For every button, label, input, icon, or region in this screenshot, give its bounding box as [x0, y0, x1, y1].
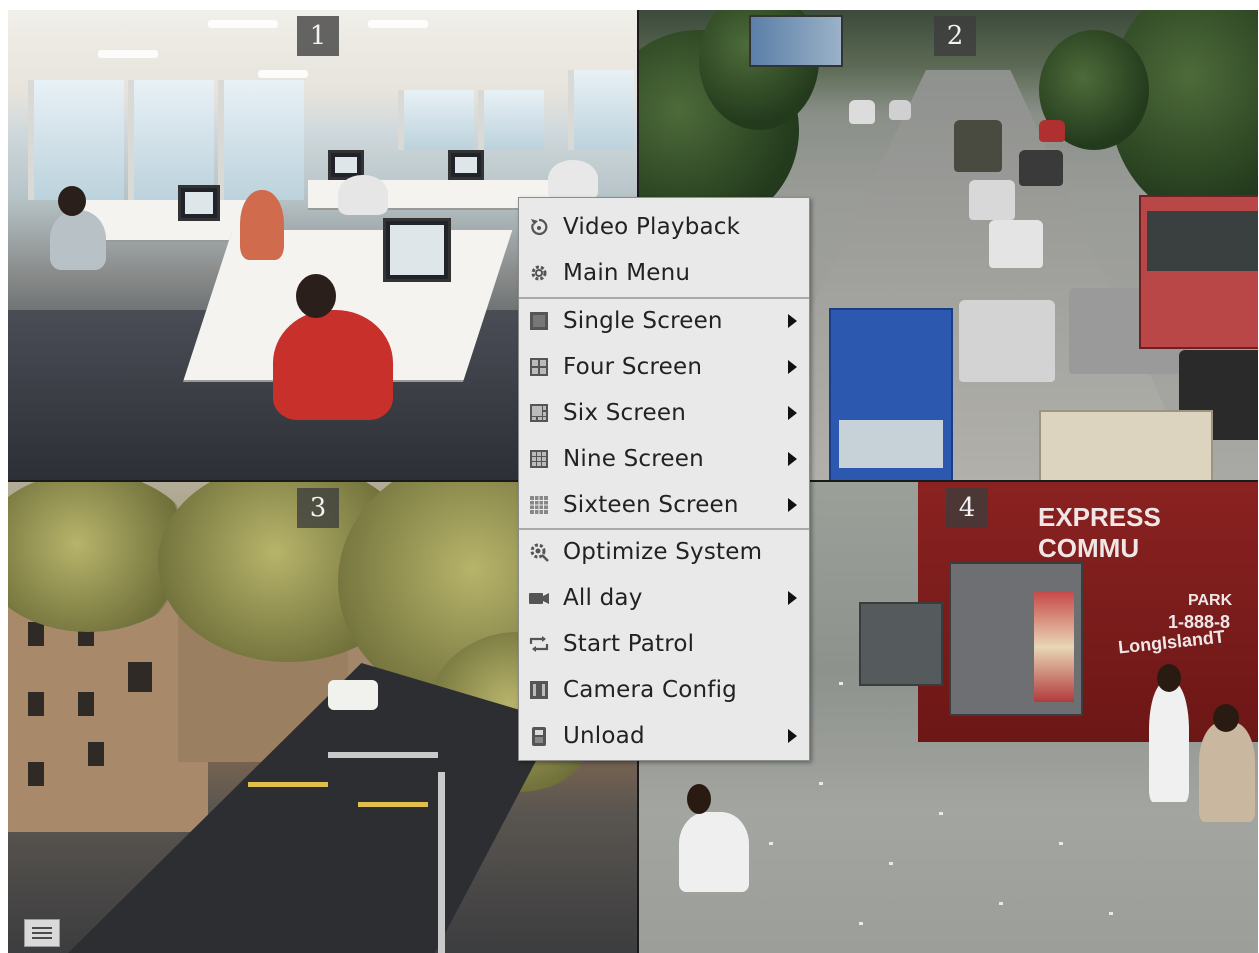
menu-item-start-patrol[interactable]: Start Patrol — [519, 621, 809, 667]
menu-item-label: Unload — [563, 723, 645, 749]
unload-icon — [528, 725, 550, 747]
bus-text-line-2: PARK — [1188, 592, 1233, 609]
submenu-arrow-icon — [788, 360, 797, 374]
menu-item-label: Six Screen — [563, 400, 686, 426]
menu-item-video-playback[interactable]: Video Playback — [519, 204, 809, 250]
gear-icon — [528, 262, 550, 284]
bus-text-line-1: EXPRESS COMMU — [1038, 502, 1161, 563]
playback-icon — [528, 216, 550, 238]
menu-toggle-button[interactable] — [24, 919, 60, 947]
menu-item-label: All day — [563, 585, 643, 611]
menu-item-label: Main Menu — [563, 260, 691, 286]
menu-item-label: Optimize System — [563, 539, 763, 565]
menu-item-single-screen[interactable]: Single Screen — [519, 298, 809, 344]
menu-item-four-screen[interactable]: Four Screen — [519, 344, 809, 390]
pane-number-badge: 3 — [297, 488, 339, 528]
menu-item-label: Four Screen — [563, 354, 703, 380]
menu-item-label: Sixteen Screen — [563, 492, 739, 518]
submenu-arrow-icon — [788, 498, 797, 512]
sixteen-screen-icon — [528, 494, 550, 516]
submenu-arrow-icon — [788, 591, 797, 605]
menu-item-label: Video Playback — [563, 214, 741, 240]
single-screen-icon — [528, 310, 550, 332]
menu-item-main-menu[interactable]: Main Menu — [519, 250, 809, 296]
submenu-arrow-icon — [788, 314, 797, 328]
bus-text-line-4: LongIslandT — [1117, 626, 1226, 658]
six-screen-icon — [528, 402, 550, 424]
optimize-icon — [528, 541, 550, 563]
camera-icon — [528, 587, 550, 609]
menu-item-sixteen-screen[interactable]: Sixteen Screen — [519, 482, 809, 528]
menu-item-optimize-system[interactable]: Optimize System — [519, 529, 809, 575]
menu-item-label: Nine Screen — [563, 446, 704, 472]
four-screen-icon — [528, 356, 550, 378]
patrol-icon — [528, 633, 550, 655]
menu-item-six-screen[interactable]: Six Screen — [519, 390, 809, 436]
menu-item-label: Camera Config — [563, 677, 737, 703]
menu-item-camera-config[interactable]: Camera Config — [519, 667, 809, 713]
menu-item-nine-screen[interactable]: Nine Screen — [519, 436, 809, 482]
nine-screen-icon — [528, 448, 550, 470]
context-menu: Video Playback Main Menu Single Screen F… — [518, 197, 810, 761]
menu-item-unload[interactable]: Unload — [519, 713, 809, 759]
submenu-arrow-icon — [788, 406, 797, 420]
camera-config-icon — [528, 679, 550, 701]
pane-number-badge: 1 — [297, 16, 339, 56]
pane-number-badge: 2 — [934, 16, 976, 56]
menu-item-label: Start Patrol — [563, 631, 695, 657]
menu-item-all-day[interactable]: All day — [519, 575, 809, 621]
submenu-arrow-icon — [788, 729, 797, 743]
submenu-arrow-icon — [788, 452, 797, 466]
menu-item-label: Single Screen — [563, 308, 723, 334]
pane-number-badge: 4 — [946, 488, 988, 528]
